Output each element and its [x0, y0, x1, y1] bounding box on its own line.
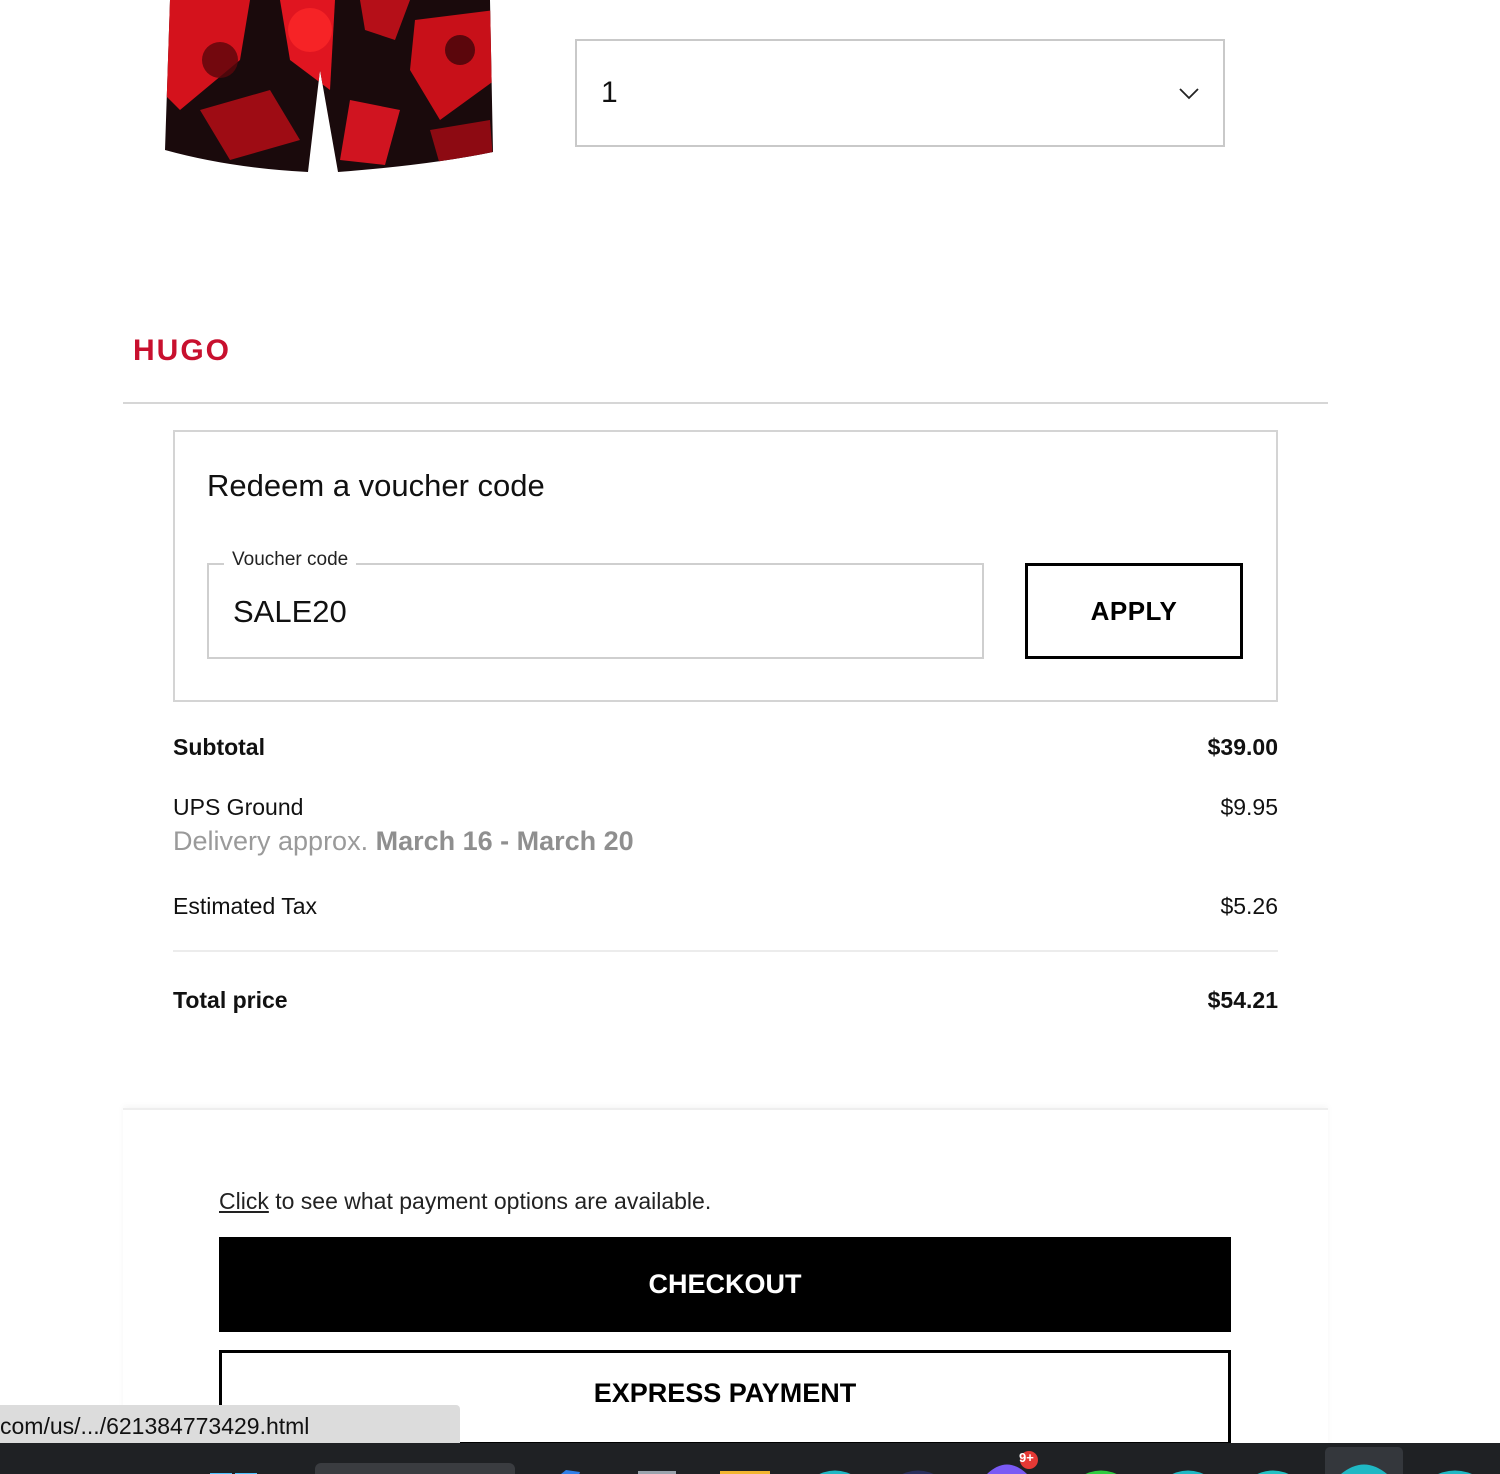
apply-voucher-button[interactable]: APPLY — [1025, 563, 1243, 659]
subtotal-label: Subtotal — [173, 734, 265, 760]
payment-options-link[interactable]: Click — [219, 1188, 269, 1214]
notification-badge: 9+ — [1019, 1450, 1034, 1465]
divider — [173, 950, 1278, 952]
divider — [123, 402, 1328, 404]
shipping-label: UPS Ground — [173, 794, 304, 820]
app-icon[interactable] — [1165, 1465, 1211, 1474]
app-icon[interactable] — [552, 1465, 582, 1474]
subtotal-value: $39.00 — [1207, 734, 1278, 760]
total-value: $54.21 — [1207, 987, 1278, 1013]
app-icon[interactable] — [1430, 1465, 1480, 1474]
total-label: Total price — [173, 987, 288, 1013]
windows-start-icon[interactable] — [210, 1467, 258, 1474]
swim-shorts-image — [165, 0, 493, 172]
voucher-code-input[interactable] — [233, 590, 933, 634]
active-app-icon[interactable] — [1325, 1447, 1403, 1474]
taskbar: 9+ — [0, 1443, 1500, 1474]
brand-logo[interactable]: HUGO — [133, 334, 231, 368]
delivery-range: March 16 - March 20 — [375, 826, 634, 856]
quantity-value: 1 — [601, 76, 618, 109]
folder-icon[interactable] — [720, 1465, 770, 1474]
delivery-prefix: Delivery approx. — [173, 826, 369, 856]
payment-options-text: Click to see what payment options are av… — [219, 1188, 711, 1215]
quantity-select[interactable]: 1 — [575, 39, 1225, 147]
voucher-field-label: Voucher code — [224, 549, 357, 571]
checkout-button[interactable]: CHECKOUT — [219, 1237, 1231, 1332]
delivery-estimate: Delivery approx. March 16 - March 20 — [173, 826, 634, 857]
status-bar-url: com/us/.../621384773429.html — [0, 1405, 460, 1443]
product-image[interactable] — [160, 0, 495, 178]
voucher-title: Redeem a voucher code — [207, 468, 545, 503]
payment-options-suffix: to see what payment options are availabl… — [268, 1188, 712, 1214]
tax-value: $5.26 — [1220, 893, 1278, 919]
chevron-down-icon — [1179, 88, 1199, 100]
shipping-value: $9.95 — [1220, 794, 1278, 820]
search-box[interactable] — [315, 1463, 515, 1474]
app-icon[interactable] — [638, 1465, 676, 1474]
tax-label: Estimated Tax — [173, 893, 318, 919]
app-icon[interactable] — [812, 1465, 858, 1474]
app-icon[interactable] — [1078, 1465, 1124, 1474]
app-icon[interactable] — [1250, 1465, 1296, 1474]
app-icon[interactable] — [895, 1465, 941, 1474]
chat-icon[interactable]: 9+ — [985, 1450, 1045, 1474]
